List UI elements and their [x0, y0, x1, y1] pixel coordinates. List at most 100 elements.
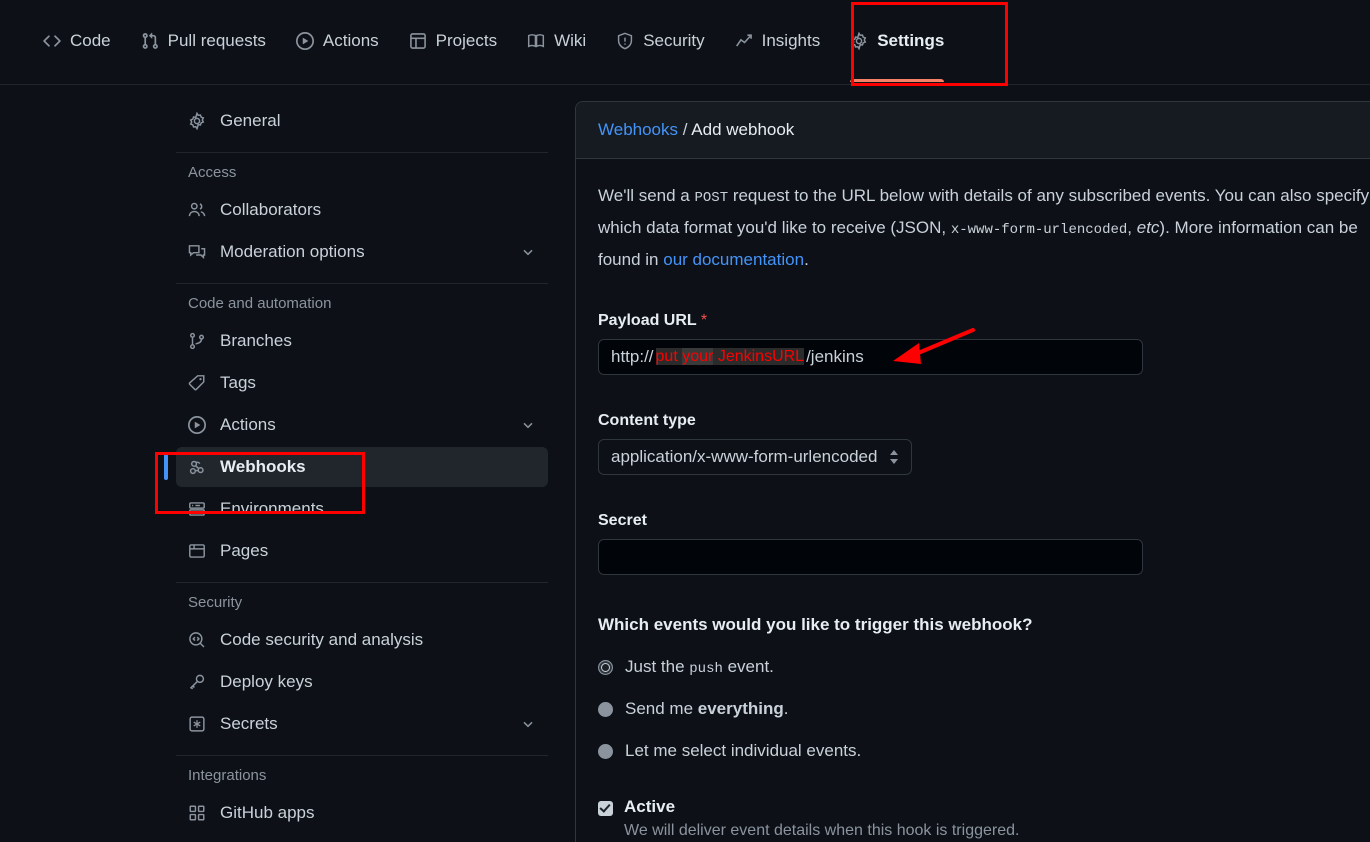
breadcrumb-webhooks-link[interactable]: Webhooks [598, 120, 678, 139]
desc-post-method: POST [694, 190, 729, 206]
repo-nav-bar: Code Pull requests Actions Projects Wiki Secu… [0, 0, 1370, 85]
sidebar-item-webhooks[interactable]: Webhooks [164, 447, 548, 487]
nav-tab-insights[interactable]: Insights [720, 0, 836, 82]
select-chevron-updown-icon [889, 449, 899, 465]
active-tab-underline [850, 79, 945, 82]
sidebar-item-secrets[interactable]: Secrets [176, 704, 548, 744]
sidebar-item-pages[interactable]: Pages [176, 531, 548, 571]
desc-etc: etc [1136, 218, 1160, 237]
payload-annotation-word: your [682, 348, 714, 365]
nav-tab-label: Settings [877, 31, 945, 50]
content-type-selected-value: application/x-www-form-urlencoded [611, 447, 878, 466]
sidebar-item-tags[interactable]: Tags [176, 363, 548, 403]
gear-icon [188, 112, 206, 130]
secret-input[interactable] [598, 539, 1143, 575]
nav-tab-projects[interactable]: Projects [394, 0, 512, 82]
sidebar-item-label: GitHub apps [220, 803, 315, 822]
active-label: Active [624, 797, 676, 816]
breadcrumb: Webhooks / Add webhook [576, 102, 1370, 159]
sidebar-group-title: Security [188, 594, 243, 611]
event-radio[interactable] [598, 743, 613, 759]
active-checkbox[interactable] [598, 801, 613, 816]
payload-url-annotation-overlay: put your JenkinsURL [654, 347, 807, 367]
payload-url-label-text: Payload URL [598, 312, 697, 329]
sidebar-item-github-apps[interactable]: GitHub apps [176, 793, 548, 833]
events-radio-group: Just the push event. Send me everything. L… [598, 657, 1370, 761]
browser-icon [188, 542, 206, 560]
payload-annotation-word: put [655, 348, 678, 365]
sidebar-item-label: Webhooks [220, 457, 306, 476]
nav-tab-settings[interactable]: Settings [835, 0, 959, 82]
sidebar-item-actions[interactable]: Actions [176, 405, 548, 445]
content-type-field-block: Content type application/x-www-form-urle… [598, 412, 1370, 475]
key-icon [188, 673, 206, 691]
graph-icon [735, 32, 753, 50]
sidebar-divider [176, 283, 548, 284]
comment-discussion-icon [188, 243, 206, 261]
desc-part3: , [1127, 218, 1137, 237]
nav-tab-actions[interactable]: Actions [281, 0, 394, 82]
sidebar-item-deploy-keys[interactable]: Deploy keys [176, 662, 548, 702]
sidebar-item-label: Secrets [220, 714, 278, 733]
event-option-label: Let me select individual events. [625, 741, 861, 761]
event-option-row[interactable]: Just the push event. [598, 657, 1370, 677]
payload-url-input[interactable]: http:// put your JenkinsURL /jenkins [598, 339, 1143, 375]
sidebar-item-label: Environments [220, 499, 324, 518]
nav-tab-label: Actions [322, 31, 379, 50]
payload-url-label: Payload URL * [598, 312, 1370, 330]
apps-icon [188, 804, 206, 822]
event-label-code: push [689, 661, 723, 677]
chevron-down-icon[interactable] [520, 244, 536, 260]
event-label-post: . [783, 699, 789, 718]
repo-nav-items: Code Pull requests Actions Projects Wiki Secu… [0, 0, 1370, 82]
settings-sidebar: General Access Collaborators Moderation opt… [164, 101, 548, 835]
active-checkbox-row[interactable]: Active We will deliver event details whe… [598, 797, 1370, 840]
nav-tab-label: Wiki [554, 31, 587, 50]
nav-tab-label: Pull requests [167, 31, 266, 50]
desc-part1: We'll send a [598, 186, 695, 205]
event-option-row[interactable]: Let me select individual events. [598, 741, 1370, 761]
nav-tab-pull-requests[interactable]: Pull requests [126, 0, 281, 82]
app-root: Code Pull requests Actions Projects Wiki Secu… [0, 0, 1370, 842]
nav-tab-security[interactable]: Security [601, 0, 719, 82]
sidebar-item-label: Actions [220, 415, 276, 434]
breadcrumb-separator: / [682, 120, 688, 139]
chevron-down-icon[interactable] [520, 716, 536, 732]
sidebar-group-title: Code and automation [188, 295, 332, 312]
nav-tab-code[interactable]: Code [28, 0, 126, 82]
event-radio[interactable] [598, 659, 613, 675]
nav-tab-label: Projects [435, 31, 498, 50]
content-type-select[interactable]: application/x-www-form-urlencoded [598, 439, 913, 475]
webhook-form: We'll send a POST request to the URL bel… [576, 159, 1370, 842]
chevron-down-icon[interactable] [520, 417, 536, 433]
event-label-pre: Let me select individual events. [625, 741, 862, 760]
nav-tab-label: Insights [761, 31, 821, 50]
nav-tab-label: Code [70, 31, 111, 50]
sidebar-item-environments[interactable]: Environments [176, 489, 548, 529]
codescan-icon [188, 631, 206, 649]
sidebar-divider [176, 152, 548, 153]
sidebar-item-moderation-options[interactable]: Moderation options [176, 232, 548, 272]
active-description: We will deliver event details when this … [624, 822, 1020, 839]
sidebar-item-label: Tags [220, 373, 256, 392]
sidebar-item-branches[interactable]: Branches [176, 321, 548, 361]
sidebar-item-label: General [220, 111, 281, 130]
sidebar-item-code-security-and-analysis[interactable]: Code security and analysis [176, 620, 548, 660]
sidebar-item-label: Deploy keys [220, 672, 313, 691]
event-option-label: Just the push event. [625, 657, 774, 677]
sidebar-item-collaborators[interactable]: Collaborators [176, 190, 548, 230]
nav-tab-wiki[interactable]: Wiki [512, 0, 601, 82]
tag-icon [188, 374, 206, 392]
payload-url-prefix: http:// [611, 347, 654, 366]
required-asterisk: * [700, 312, 708, 329]
git-branch-icon [188, 332, 206, 350]
payload-annotation-word: JenkinsURL [717, 348, 805, 365]
documentation-link[interactable]: our documentation [663, 250, 804, 269]
event-radio[interactable] [598, 701, 613, 717]
page-body: General Access Collaborators Moderation opt… [0, 85, 1370, 842]
event-option-row[interactable]: Send me everything. [598, 699, 1370, 719]
asterisk-key-icon [188, 715, 206, 733]
sidebar-item-label: Pages [220, 541, 269, 560]
breadcrumb-current: Add webhook [691, 120, 795, 139]
sidebar-item-general[interactable]: General [176, 101, 548, 141]
